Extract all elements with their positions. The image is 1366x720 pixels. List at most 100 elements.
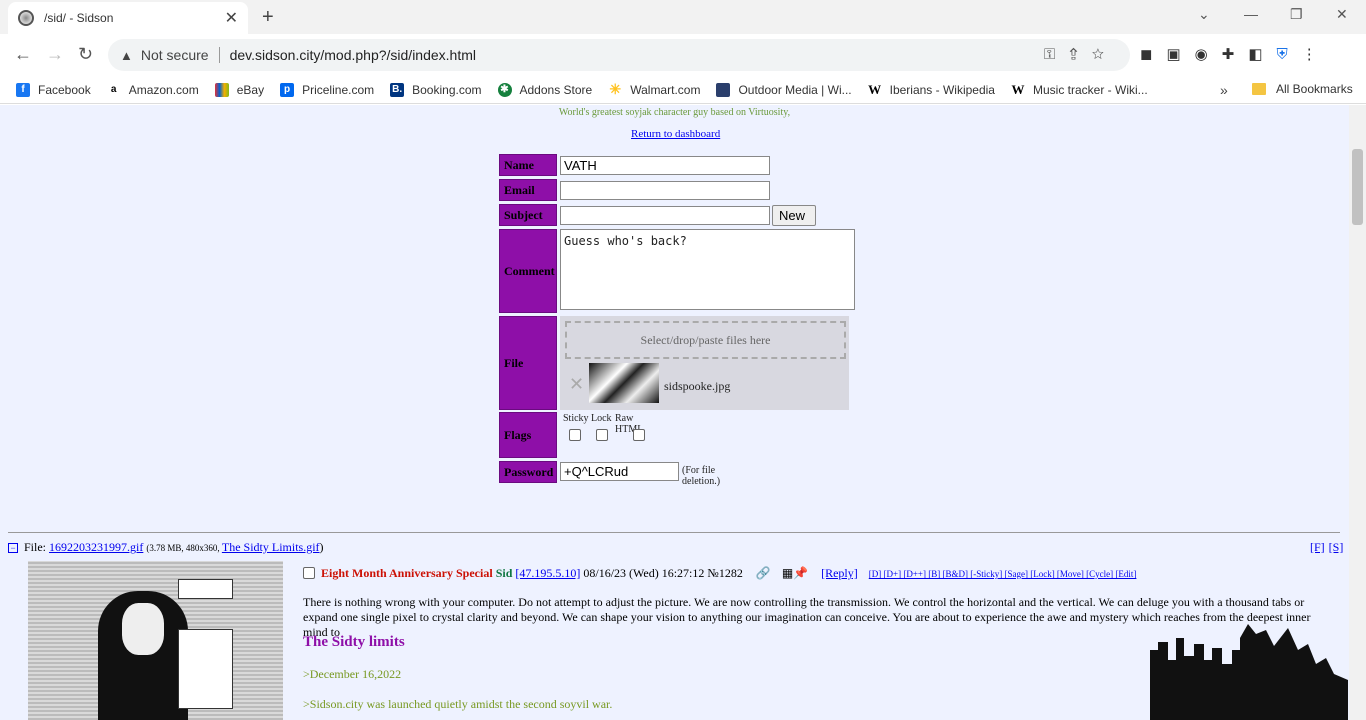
file-prefix: File: [24,540,50,554]
poster-name: Sid [495,566,513,580]
post-subject: Eight Month Anniversary Special [321,566,493,580]
tab-search-icon[interactable]: ⌄ [1198,6,1210,23]
warning-icon: ▲ [120,47,133,63]
op-image[interactable] [28,561,283,720]
all-bookmarks[interactable]: All Bookmarks [1252,82,1353,96]
return-to-dashboard-link[interactable]: Return to dashboard [631,128,720,140]
folder-icon [1252,83,1266,95]
sidepanel-icon[interactable]: ◧ [1248,46,1276,63]
restore-icon[interactable]: ❐ [1290,6,1303,23]
extensions-bar: ◼▣◉✚◧⛨⋮ [1140,45,1331,63]
file-meta: (3.78 MB, 480x360, [146,543,222,553]
facebook-icon: f [16,82,30,97]
share-icon[interactable]: ⇪ [1069,46,1091,63]
address-bar[interactable]: ▲ Not secure dev.sidson.city/mod.php?/si… [108,39,1130,71]
close-tab-icon[interactable]: ✕ [225,8,238,28]
comment-label: Comment [499,229,557,313]
browser-tab[interactable]: /sid/ - Sidson ✕ [8,2,248,34]
image-face [120,601,166,657]
file-s-link[interactable]: [S] [1329,540,1344,554]
bookmark-label: Addons Store [519,82,593,97]
url-text[interactable]: dev.sidson.city/mod.php?/sid/index.html [230,47,476,63]
password-input[interactable]: +Q^LCRud [560,462,679,481]
tab-strip: /sid/ - Sidson ✕ + ⌄ — ❐ ✕ [0,0,1366,34]
key-icon[interactable]: ⚿ [1044,46,1069,63]
reload-icon[interactable]: ↻ [78,44,93,65]
file-dropzone[interactable]: Select/drop/paste files here [565,321,846,359]
bookmark-outdoor-media[interactable]: Outdoor Media | Wi... [716,82,852,97]
raw-html-checkbox[interactable] [633,429,645,441]
bookmark-label: Priceline.com [302,82,375,97]
board-subtitle: World's greatest soyjak character guy ba… [558,107,791,118]
attached-filename: sidspooke.jpg [664,379,731,393]
extension-icon[interactable]: ◼ [1140,46,1166,63]
post-heading: The Sidty limits [303,634,405,650]
back-icon[interactable]: ← [14,44,32,65]
subject-input[interactable] [560,206,770,225]
comment-textarea[interactable]: Guess who's back? [560,229,855,310]
password-label: Password [499,461,557,483]
post-header: Eight Month Anniversary Special Sid [47.… [303,565,1136,581]
new-topic-button[interactable]: New Topic [772,205,817,242]
flag-sticky-label: Sticky [563,413,589,424]
close-window-icon[interactable]: ✕ [1336,6,1348,23]
divider [218,47,220,63]
booking-icon: B. [390,82,405,97]
minimize-icon[interactable]: — [1244,6,1258,22]
bookmark-addons[interactable]: ✱ Addons Store [497,82,593,97]
remove-file-icon[interactable]: ✕ [569,374,584,395]
amazon-icon: a [110,84,117,95]
post-select-checkbox[interactable] [303,567,315,579]
poster-ip-link[interactable]: [47.195.5.10] [515,566,580,580]
scrollbar-thumb[interactable] [1352,149,1363,225]
bookmark-label: Music tracker - Wiki... [1032,82,1148,97]
bookmark-music-tracker[interactable]: W Music tracker - Wiki... [1011,82,1148,97]
shield-icon[interactable]: ⛨ [1277,46,1302,63]
password-note: (For file deletion.) [682,465,721,487]
file-meta-close: ) [319,540,324,554]
file-f-link[interactable]: [F] [1310,540,1325,554]
bookmark-iberians[interactable]: W Iberians - Wikipedia [868,82,995,97]
bookmark-amazon[interactable]: a Amazon.com [107,83,199,97]
more-bookmarks-icon[interactable]: » [1220,82,1228,98]
bookmark-label: Booking.com [412,82,482,97]
bookmark-label: Facebook [38,82,91,97]
email-input[interactable] [560,181,770,200]
all-bookmarks-label: All Bookmarks [1276,82,1353,96]
mod-actions[interactable]: [D] [D+] [D++] [B] [B&D] [-Sticky] [Sage… [869,569,1137,579]
file-original-name-link[interactable]: The Sidty Limits.gif [222,540,320,554]
lock-checkbox[interactable] [596,429,608,441]
puzzle-icon[interactable]: ✚ [1222,46,1249,63]
screenshot-icon[interactable]: ▣ [1166,46,1194,63]
name-input[interactable]: VATH [560,156,770,175]
bookmark-walmart[interactable]: ✳ Walmart.com [608,81,701,97]
link-icon[interactable]: 🔗 [756,566,771,580]
flags-label: Flags [499,412,557,458]
file-label: File [499,316,557,410]
sticky-checkbox[interactable] [569,429,581,441]
forward-icon[interactable]: → [46,44,64,65]
post-number[interactable]: №1282 [707,566,742,580]
outdoor-media-icon [716,82,731,97]
reply-link[interactable]: [Reply] [821,566,858,580]
file-link[interactable]: 1692203231997.gif [49,540,143,554]
omnibox-icons[interactable]: ⚿⇪☆ [1044,46,1118,63]
file-thumbnail [589,363,659,403]
bookmark-facebook[interactable]: f Facebook [16,82,91,97]
subject-label: Subject [499,204,557,226]
bookmark-label: eBay [236,82,265,97]
security-label: Not secure [140,47,209,63]
page-content: World's greatest soyjak character guy ba… [0,105,1349,720]
greentext-line: >Sidson.city was launched quietly amidst… [303,697,613,711]
menu-icon[interactable]: ⋮ [1302,46,1331,63]
new-tab-icon[interactable]: + [262,6,274,29]
bookmark-booking[interactable]: B. Booking.com [390,82,482,97]
post-date: 08/16/23 (Wed) 16:27:12 [583,566,705,580]
bookmark-priceline[interactable]: p Priceline.com [280,82,375,97]
bookmark-ebay[interactable]: eBay [214,82,265,97]
bookmark-label: Walmart.com [630,82,701,97]
star-icon[interactable]: ☆ [1092,46,1118,63]
collapse-thread-icon[interactable]: − [8,543,18,553]
record-icon[interactable]: ◉ [1195,46,1222,63]
page-scrollbar[interactable] [1349,105,1366,720]
